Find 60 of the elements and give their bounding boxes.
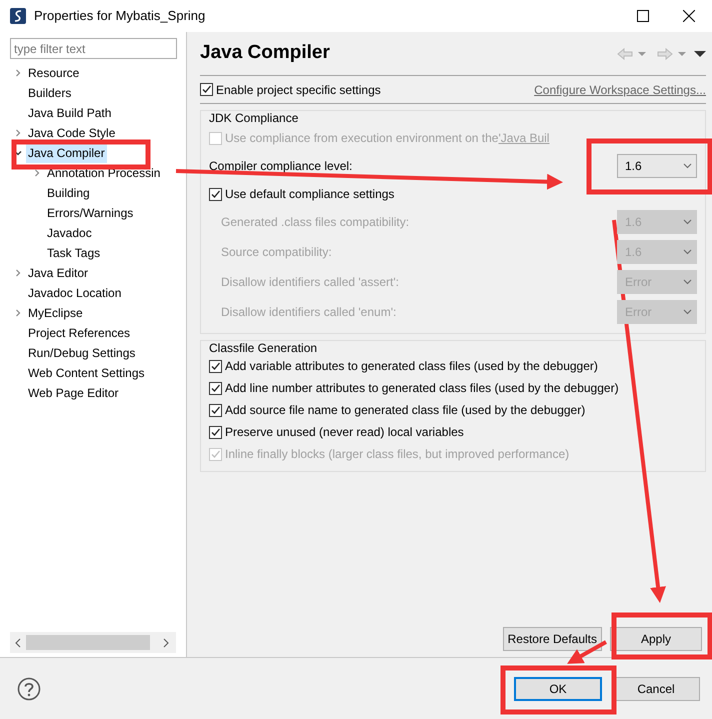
dialog-button[interactable]: Apply (610, 627, 702, 651)
page-title: Java Compiler (200, 41, 330, 66)
collapsed-chevron-icon[interactable] (14, 69, 22, 77)
window-title: Properties for Mybatis_Spring (34, 7, 206, 26)
group-title: JDK Compliance (209, 111, 300, 125)
field-label: Disallow identifiers called 'enum': (221, 304, 396, 321)
close-icon[interactable] (683, 10, 695, 22)
checkbox[interactable] (209, 426, 222, 438)
tree-item[interactable]: Builders (26, 83, 74, 103)
filter-field[interactable]: type filter text (10, 38, 177, 59)
tree-item[interactable]: Web Content Settings (26, 363, 147, 383)
expanded-chevron-icon[interactable] (14, 149, 22, 157)
tree-item[interactable]: Java Code Style (26, 123, 118, 143)
checkbox[interactable] (209, 404, 222, 416)
group-title: Classfile Generation (209, 341, 318, 355)
collapsed-chevron-icon[interactable] (33, 169, 41, 177)
tree-item[interactable]: Errors/Warnings (45, 203, 136, 223)
checkbox-label: Use compliance from execution environment on the (225, 130, 498, 147)
tree-item[interactable]: Web Page Editor (26, 383, 120, 403)
tree-item[interactable]: Java Build Path (26, 103, 114, 123)
tree-item[interactable]: Building (45, 183, 92, 203)
caret-icon (683, 249, 692, 255)
caret-icon (683, 163, 692, 169)
field-label: Disallow identifiers called 'assert': (221, 274, 399, 291)
help-icon[interactable] (17, 676, 41, 700)
checkbox[interactable] (200, 83, 213, 96)
collapsed-chevron-icon[interactable] (14, 309, 22, 317)
scroll-right-icon[interactable] (162, 638, 170, 648)
horizontal-scrollbar[interactable] (10, 632, 176, 653)
checkbox[interactable] (209, 188, 222, 200)
tree-item[interactable]: Javadoc (45, 223, 94, 243)
checkbox-label: Enable project specific settings (216, 82, 381, 98)
tree-item[interactable]: Resource (26, 63, 82, 83)
scroll-left-icon[interactable] (14, 638, 22, 648)
tree-item[interactable]: Run/Debug Settings (26, 343, 138, 363)
collapsed-chevron-icon[interactable] (14, 269, 22, 277)
tree-item[interactable]: Javadoc Location (26, 283, 124, 303)
dialog-button[interactable]: Restore Defaults (502, 627, 602, 651)
tree-item[interactable]: MyEclipse (26, 303, 85, 323)
dialog-button[interactable]: OK (514, 676, 602, 700)
field-label: Source compatibility: (221, 244, 332, 261)
caret-icon (683, 219, 692, 225)
tree-item[interactable]: Task Tags (45, 243, 102, 263)
dropdown[interactable]: 1.6 (617, 154, 697, 178)
tree-item[interactable]: Annotation Processin (45, 163, 162, 183)
field-label: Generated .class files compatibility: (221, 214, 410, 231)
maximize-icon[interactable] (637, 10, 649, 22)
field-label: Compiler compliance level: (209, 158, 352, 175)
tree-item[interactable]: Project References (26, 323, 132, 343)
tree-item[interactable]: Java Compiler (26, 143, 107, 163)
checkbox-label: Use default compliance settings (225, 186, 394, 203)
checkbox[interactable] (209, 382, 222, 394)
navigation-arrows-icon[interactable] (616, 46, 706, 60)
checkbox[interactable] (209, 360, 222, 372)
caret-icon (683, 309, 692, 315)
tree-item[interactable]: Java Editor (26, 263, 90, 283)
caret-icon (683, 279, 692, 285)
configure-workspace-link[interactable]: Configure Workspace Settings... (534, 80, 706, 98)
app-logo-icon (10, 8, 26, 24)
collapsed-chevron-icon[interactable] (14, 129, 22, 137)
